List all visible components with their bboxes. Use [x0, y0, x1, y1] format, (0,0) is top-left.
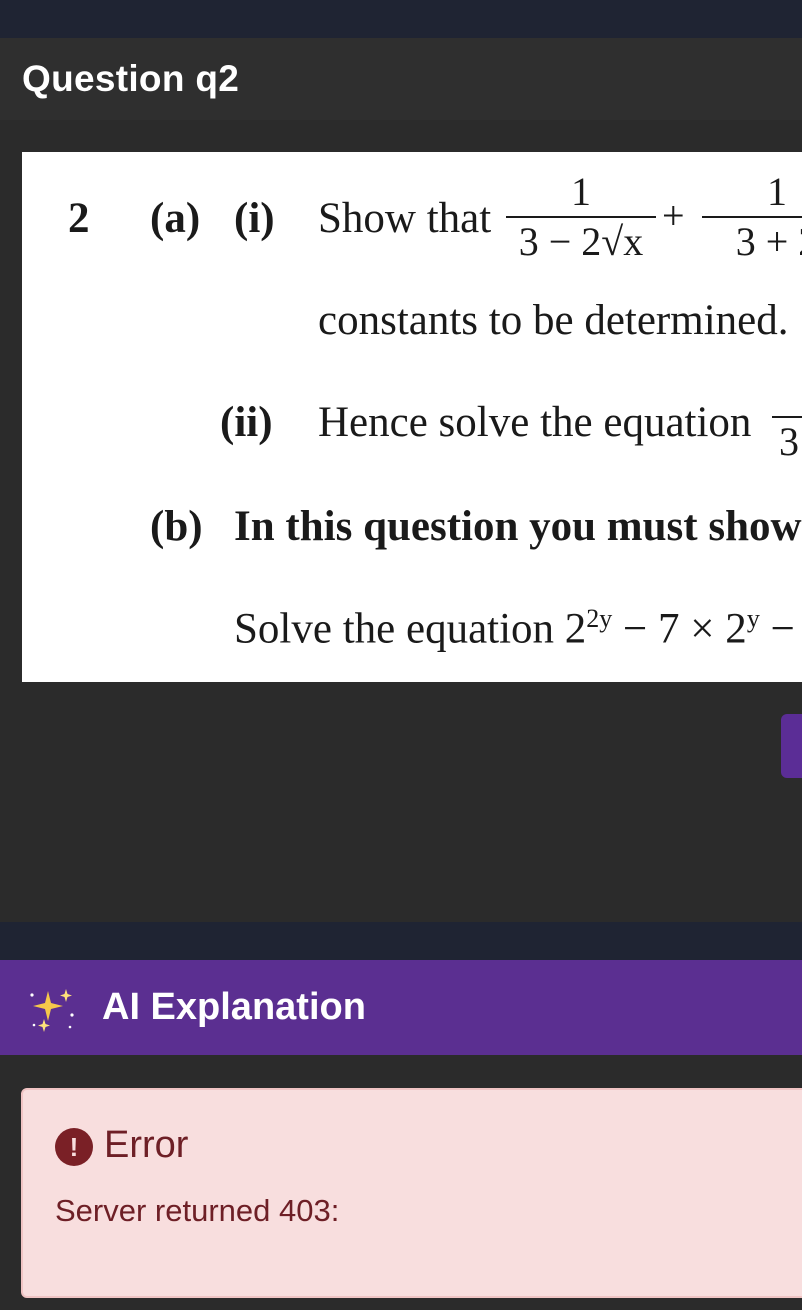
section-divider	[0, 922, 802, 960]
fraction-1-denominator: 3 − 2√x	[518, 219, 644, 264]
solve-prefix: Solve the equation 2	[234, 605, 587, 653]
must-show-text: In this question you must show	[234, 503, 802, 550]
question-number: 2	[68, 195, 90, 242]
fraction-2: 1 3 + 2	[702, 170, 802, 264]
solve-equation-text: Solve the equation 22y − 7 × 2y −	[234, 604, 795, 653]
error-message: Server returned 403:	[55, 1193, 340, 1228]
sparkles-icon	[30, 989, 74, 1032]
part-i-label: (i)	[234, 195, 275, 242]
part-b-label: (b)	[150, 503, 203, 550]
error-title: Error	[104, 1124, 189, 1166]
constants-text: constants to be determined.	[318, 297, 789, 344]
exclamation-circle-icon: !	[55, 1128, 93, 1166]
solve-tail: −	[759, 605, 795, 653]
fraction-1: 1 3 − 2√x	[506, 170, 656, 264]
part-a-label: (a)	[150, 195, 201, 242]
show-that-text: Show that	[318, 195, 492, 242]
fraction-2-numerator: 1	[767, 169, 787, 214]
question-title: Question q2	[22, 58, 240, 99]
side-action-button[interactable]	[781, 714, 802, 778]
part-ii-label: (ii)	[220, 399, 273, 446]
fraction-2-bar	[702, 216, 802, 218]
question-image: 2 (a) (i) Show that 1 3 − 2√x + 1 3 + 2 …	[22, 152, 802, 682]
exponent-1: 2y	[586, 604, 613, 633]
top-bar	[0, 0, 802, 38]
fraction-3-denominator: 3	[779, 419, 799, 464]
fraction-3: 3	[772, 400, 802, 464]
hence-text: Hence solve the equation	[318, 399, 752, 446]
plus-sign: +	[662, 193, 685, 238]
exponent-2: y	[746, 604, 760, 633]
fraction-2-denominator: 3 + 2	[735, 219, 802, 264]
fraction-1-numerator: 1	[571, 169, 591, 214]
fraction-3-bar	[772, 416, 802, 418]
fraction-1-bar	[506, 216, 656, 218]
solve-middle: − 7 × 2	[612, 605, 747, 653]
ai-explanation-title: AI Explanation	[102, 986, 366, 1028]
